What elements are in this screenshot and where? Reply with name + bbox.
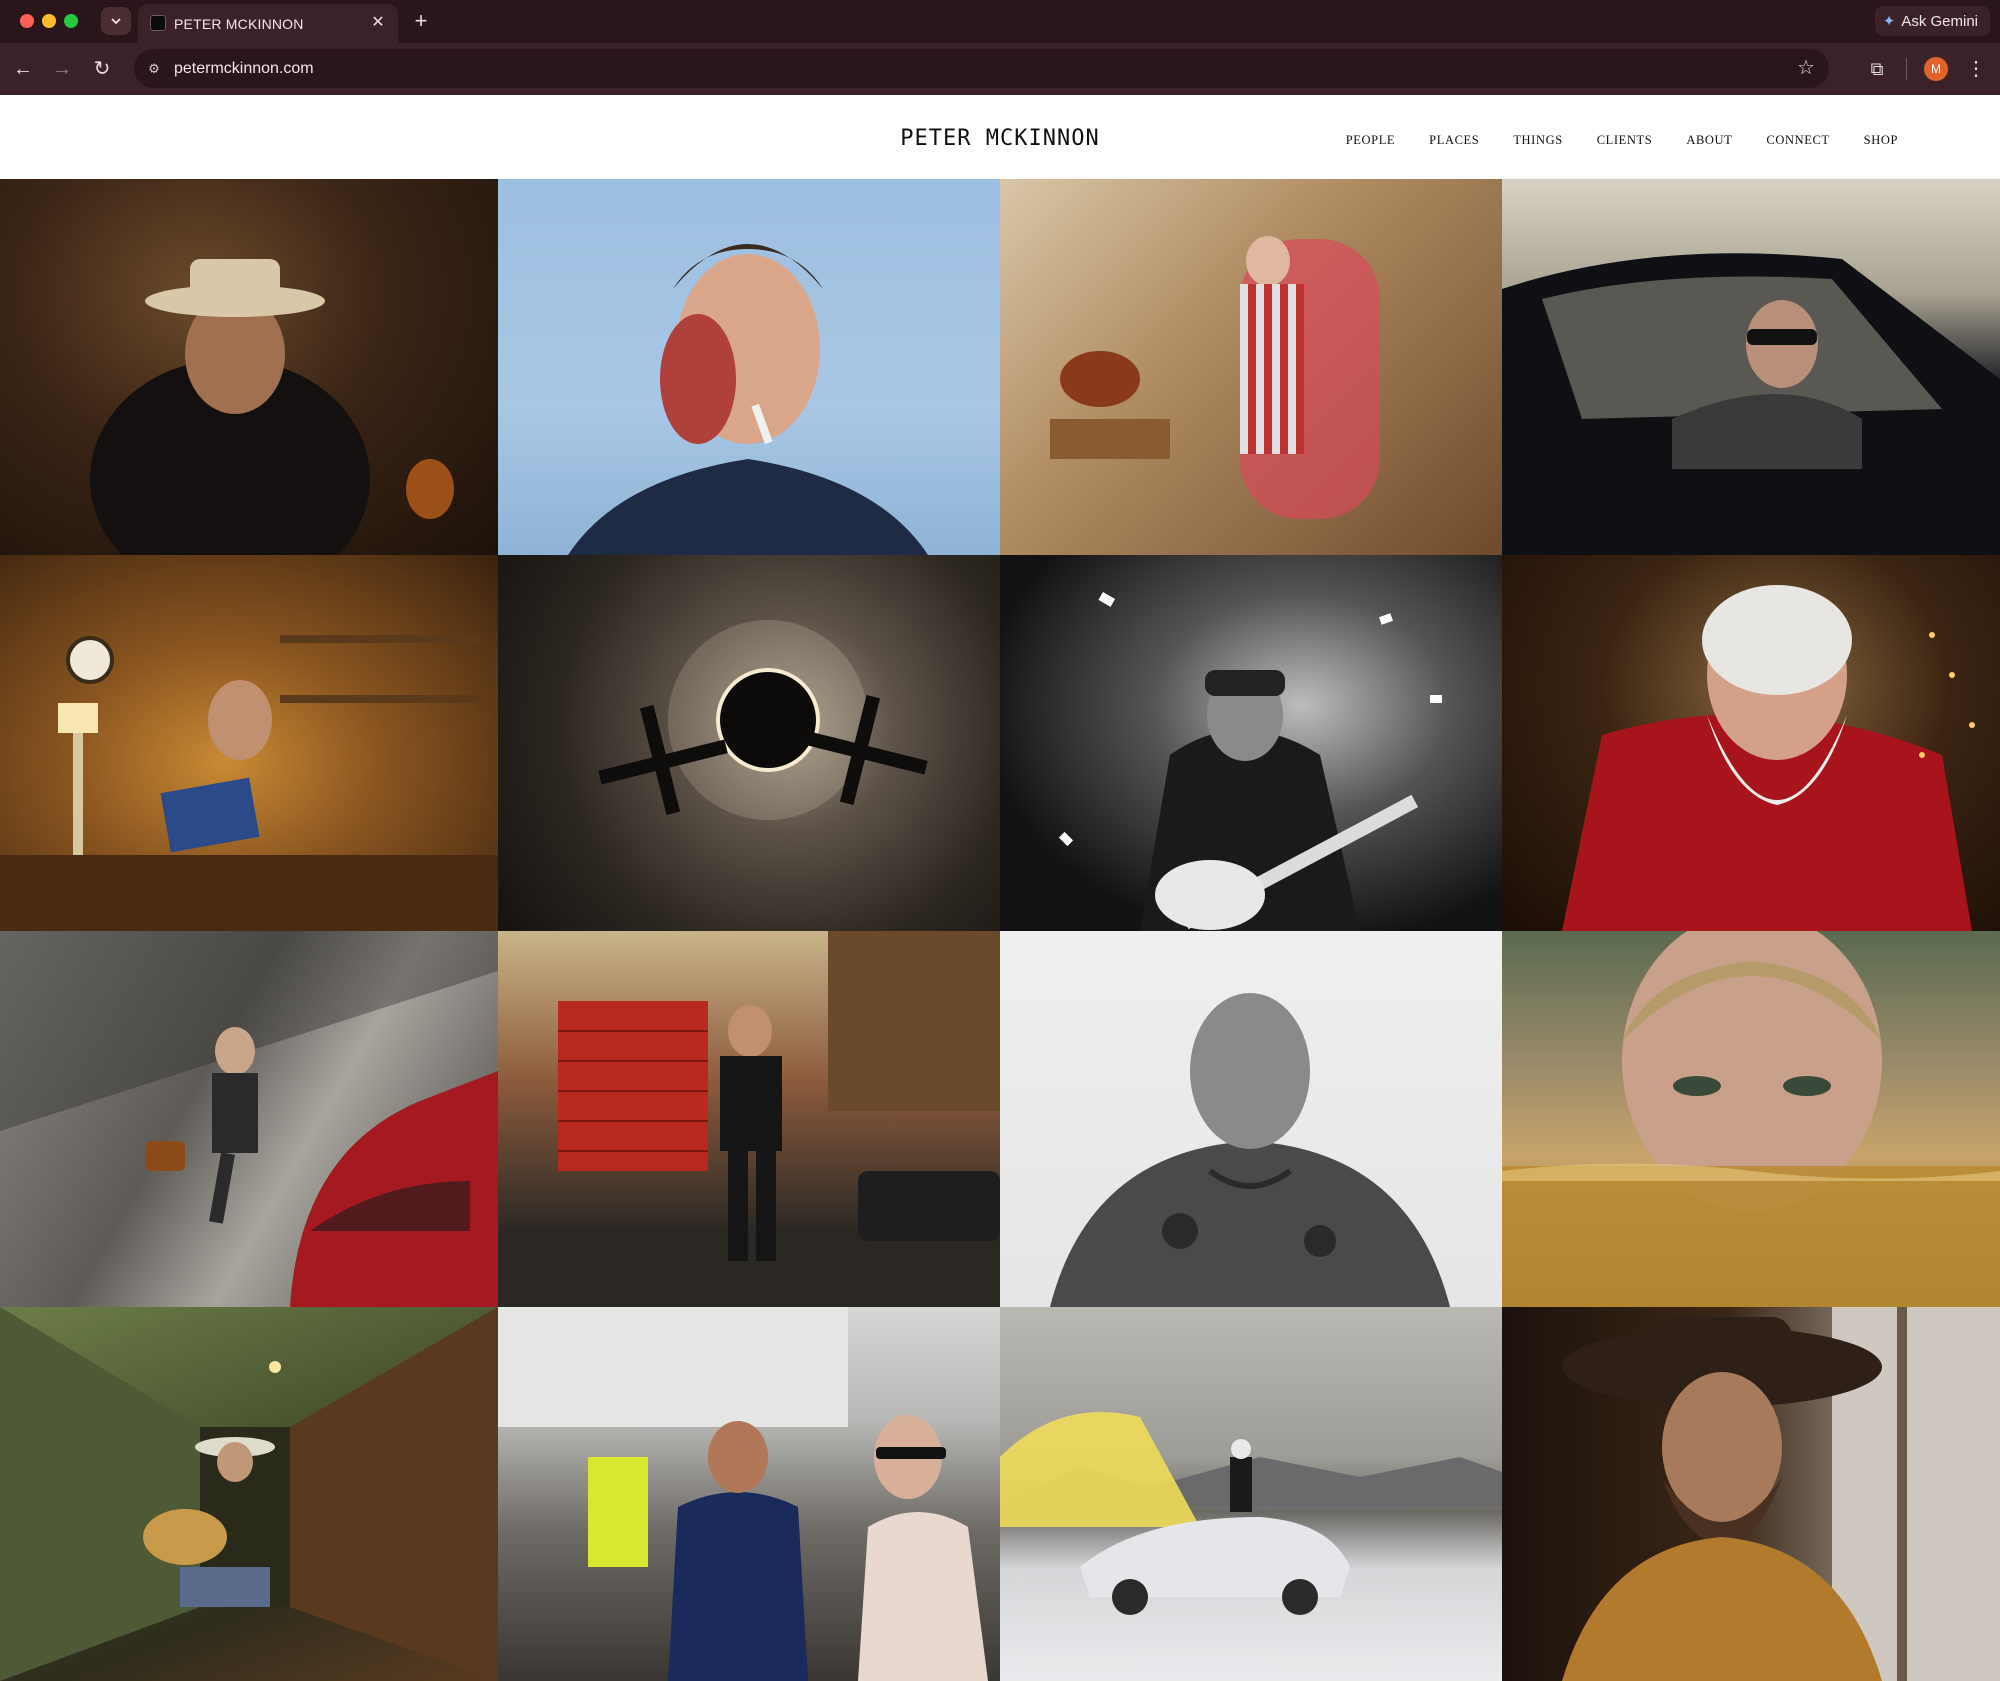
new-tab-button[interactable]: + <box>408 8 434 34</box>
site-favicon-icon <box>150 15 166 31</box>
close-tab-icon[interactable]: ✕ <box>368 13 388 33</box>
kebab-menu-icon[interactable]: ⋮ <box>1964 56 1988 82</box>
gallery-photo-running-car[interactable] <box>0 931 498 1307</box>
nav-link-shop[interactable]: SHOP <box>1864 133 1898 148</box>
gallery-photo-face-in-water[interactable] <box>1502 931 2000 1307</box>
chevron-down-icon <box>111 18 121 25</box>
gallery-photo-man-in-car[interactable] <box>1502 179 2000 555</box>
photo-illustration <box>1058 592 1442 931</box>
ask-gemini-label: Ask Gemini <box>1901 12 1978 30</box>
nav-link-places[interactable]: PLACES <box>1429 133 1479 148</box>
photo-illustration <box>1050 993 1450 1307</box>
back-arrow-icon[interactable]: ← <box>10 56 36 82</box>
gemini-sparkle-icon: ✦ <box>1882 13 1896 30</box>
site-header: PETER MCKINNON PEOPLE PLACES THINGS CLIE… <box>0 95 2000 179</box>
gallery-photo-tattooed-man[interactable] <box>1000 931 1502 1307</box>
browser-tab-bar: PETER MCKINNON ✕ + ✦ Ask Gemini <box>0 0 2000 43</box>
photo-illustration <box>498 1307 988 1681</box>
gallery-photo-man-with-meat[interactable] <box>498 179 1000 555</box>
gallery-photo-office-ufo[interactable] <box>0 555 498 931</box>
nav-link-about[interactable]: ABOUT <box>1686 133 1732 148</box>
extensions-puzzle-icon[interactable]: ⧉ <box>1864 56 1890 82</box>
photo-illustration <box>1050 236 1380 519</box>
maximize-window-button[interactable] <box>64 14 78 28</box>
minimize-window-button[interactable] <box>42 14 56 28</box>
photo-illustration <box>0 1307 498 1681</box>
gallery-photo-cowboy-window[interactable] <box>1502 1307 2000 1681</box>
photo-illustration <box>598 620 928 820</box>
photo-illustration <box>1562 585 1975 931</box>
url-text[interactable]: petermckinnon.com <box>174 60 314 78</box>
photo-illustration <box>1562 1307 2000 1681</box>
photo-gallery <box>0 179 2000 1681</box>
site-nav: PEOPLE PLACES THINGS CLIENTS ABOUT CONNE… <box>1312 133 1898 148</box>
gallery-photo-tunnel-guitar[interactable] <box>0 1307 498 1681</box>
reload-icon[interactable]: ↻ <box>89 56 115 82</box>
photo-illustration <box>1502 931 2000 1307</box>
gallery-photo-santa[interactable] <box>1502 555 2000 931</box>
ask-gemini-button[interactable]: ✦ Ask Gemini <box>1874 6 1990 36</box>
gallery-photo-studio-drawers[interactable] <box>498 931 1000 1307</box>
gallery-photo-f1-paddock[interactable] <box>498 1307 1000 1681</box>
gallery-photo-kitchen-chicken[interactable] <box>1000 179 1502 555</box>
photo-illustration <box>568 244 928 555</box>
close-window-button[interactable] <box>20 14 34 28</box>
photo-illustration <box>0 931 498 1307</box>
photo-illustration <box>558 931 1000 1261</box>
nav-link-connect[interactable]: CONNECT <box>1766 133 1829 148</box>
forward-arrow-icon[interactable]: → <box>49 56 75 82</box>
site-info-icon[interactable]: ⚙ <box>144 59 164 79</box>
gallery-photo-guitarist[interactable] <box>1000 555 1502 931</box>
photo-illustration <box>1000 1412 1502 1615</box>
photo-illustration <box>1502 253 2000 555</box>
profile-avatar[interactable]: M <box>1924 57 1948 81</box>
photo-illustration <box>90 259 454 555</box>
tab-search-button[interactable] <box>101 7 131 35</box>
nav-link-clients[interactable]: CLIENTS <box>1597 133 1653 148</box>
gallery-photo-eclipse-planes[interactable] <box>498 555 1000 931</box>
nav-link-people[interactable]: PEOPLE <box>1346 133 1395 148</box>
toolbar-divider <box>1906 58 1907 80</box>
gallery-photo-salt-flats-car[interactable] <box>1000 1307 1502 1681</box>
address-bar[interactable]: ⚙ petermckinnon.com ☆ <box>134 49 1829 88</box>
gallery-photo-man-with-hat[interactable] <box>0 179 498 555</box>
bookmark-star-icon[interactable]: ☆ <box>1795 57 1817 79</box>
nav-link-things[interactable]: THINGS <box>1513 133 1562 148</box>
browser-tab[interactable]: PETER MCKINNON ✕ <box>138 4 398 43</box>
browser-toolbar: ← → ↻ ⚙ petermckinnon.com ☆ ⧉ M ⋮ <box>0 43 2000 95</box>
photo-illustration <box>0 635 498 931</box>
tab-title: PETER MCKINNON <box>174 16 304 32</box>
